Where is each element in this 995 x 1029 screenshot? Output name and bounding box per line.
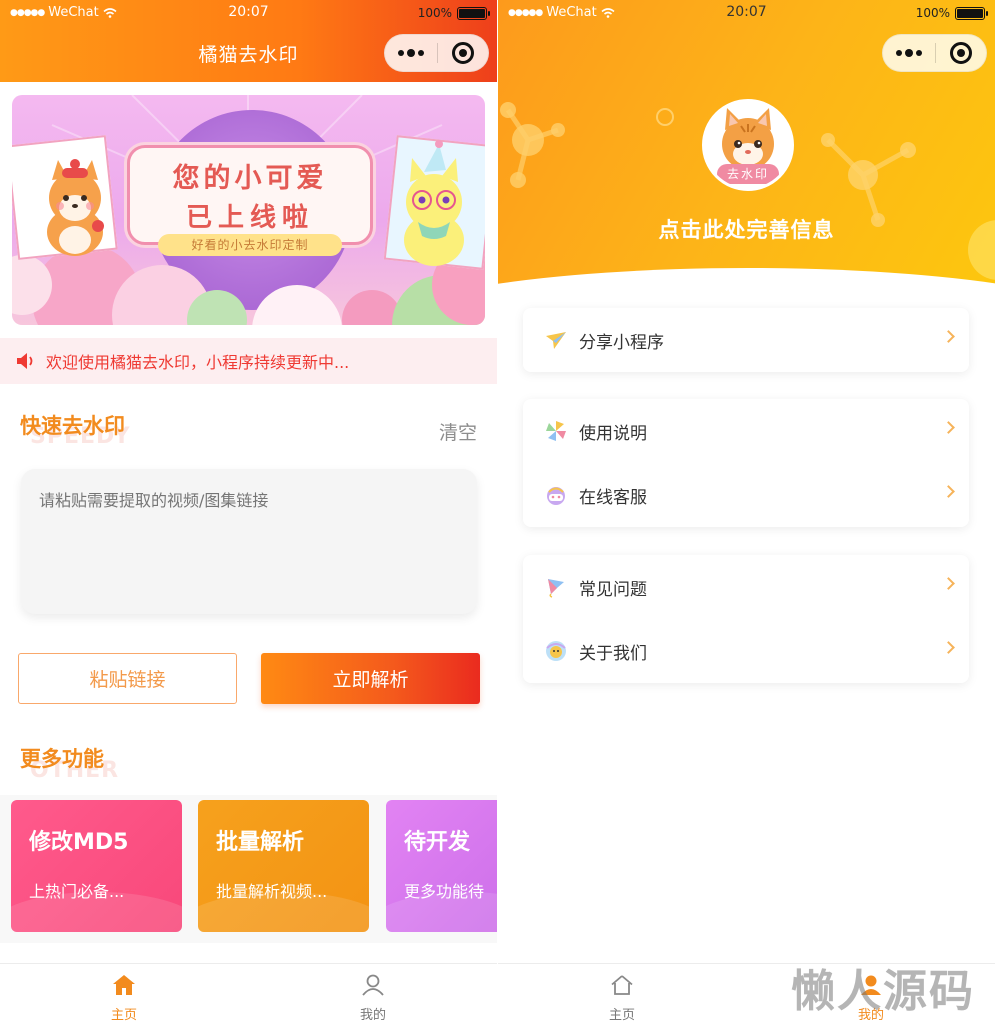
profile-header: ●●●●● WeChat 20:07 100% 去水印 点击此处完善信息: [498, 0, 995, 300]
tab-mine[interactable]: 我的: [333, 974, 413, 1023]
complete-profile-link[interactable]: 点击此处完善信息: [498, 214, 995, 244]
feature-title: 修改MD5: [29, 830, 129, 855]
status-bar: ●●●●● WeChat 20:07 100%: [0, 0, 497, 28]
profile-screen: ●●●●● WeChat 20:07 100% 去水印 点击此处完善信息 分享小…: [498, 0, 995, 1029]
menu-group-about: 常见问题 关于我们: [523, 555, 969, 683]
target-icon: [950, 42, 972, 64]
more-menu-button[interactable]: [883, 35, 935, 71]
battery-percent: 100%: [417, 6, 452, 20]
close-miniprogram-button[interactable]: [438, 42, 488, 64]
chevron-right-icon: [942, 485, 955, 498]
pinwheel-icon: [546, 421, 566, 441]
home-icon: [611, 975, 633, 995]
miniprogram-capsule: [384, 34, 489, 72]
paste-link-button[interactable]: 粘贴链接: [18, 653, 237, 704]
feature-title: 批量解析: [216, 830, 305, 855]
feature-card-md5[interactable]: 修改MD5 上热门必备...: [11, 800, 182, 932]
menu-item-instructions[interactable]: 使用说明: [523, 399, 969, 463]
tab-home[interactable]: 主页: [84, 974, 164, 1023]
banner-headline-card: 您的小可爱 已上线啦 好看的小去水印定制: [127, 145, 373, 256]
tab-home[interactable]: 主页: [582, 974, 662, 1023]
home-header: ●●●●● WeChat 20:07 100% 橘猫去水印: [0, 0, 497, 82]
miniprogram-capsule: [882, 34, 987, 72]
battery-icon: [955, 6, 988, 20]
menu-label: 关于我们: [579, 643, 647, 664]
more-menu-button[interactable]: [385, 35, 437, 71]
customer-service-icon: [547, 487, 565, 505]
banner-line-2: 已上线啦: [185, 203, 314, 233]
shiba-dog-illustration: [47, 159, 104, 256]
menu-item-faq[interactable]: 常见问题: [523, 555, 969, 619]
battery-icon: [457, 6, 490, 20]
promo-banner[interactable]: 您的小可爱 已上线啦 好看的小去水印定制: [12, 95, 485, 325]
menu-item-about[interactable]: 关于我们: [523, 619, 969, 683]
watermark: 懒人源码: [791, 966, 975, 1017]
chevron-right-icon: [942, 577, 955, 590]
tab-label: 主页: [608, 1008, 635, 1023]
menu-item-support[interactable]: 在线客服: [523, 463, 969, 527]
feature-carousel[interactable]: 修改MD5 上热门必备... 批量解析 批量解析视频... 待开发 更多功能待: [0, 795, 497, 943]
notice-text: 欢迎使用橘猫去水印，小程序持续更新中...: [46, 353, 350, 372]
quick-remove-title: 快速去水印: [20, 414, 125, 438]
menu-label: 常见问题: [579, 579, 647, 600]
feature-card-batch[interactable]: 批量解析 批量解析视频...: [198, 800, 369, 932]
menu-label: 使用说明: [579, 423, 647, 444]
feature-card-pending[interactable]: 待开发 更多功能待: [386, 800, 497, 932]
home-icon: [113, 975, 135, 995]
target-icon: [452, 42, 474, 64]
molecule-decoration: [500, 102, 565, 188]
menu-group-help: 使用说明 在线客服: [523, 399, 969, 527]
tab-bar: 主页 我的: [0, 963, 497, 1029]
tab-label: 主页: [110, 1008, 137, 1023]
speaker-icon: [17, 353, 33, 369]
more-features-title: 更多功能: [20, 747, 104, 771]
smiley-info-icon: [546, 641, 566, 661]
avatar[interactable]: 去水印: [702, 99, 794, 191]
feature-title: 待开发: [404, 830, 471, 855]
chevron-right-icon: [942, 641, 955, 654]
battery-percent: 100%: [915, 6, 950, 20]
user-icon: [362, 974, 384, 996]
link-input[interactable]: [21, 469, 477, 614]
home-screen: ●●●●● WeChat 20:07 100% 橘猫去水印 您的小可爱 已上线啦…: [0, 0, 497, 1029]
menu-label: 在线客服: [579, 487, 647, 508]
status-bar: ●●●●● WeChat 20:07 100%: [498, 0, 995, 28]
menu-group-share: 分享小程序: [523, 308, 969, 372]
avatar-tag: 去水印: [717, 164, 779, 184]
menu-item-share[interactable]: 分享小程序: [523, 308, 969, 372]
chevron-right-icon: [942, 421, 955, 434]
menu-label: 分享小程序: [579, 332, 664, 353]
banner-line-1: 您的小可爱: [172, 163, 328, 194]
banner-ribbon: 好看的小去水印定制: [158, 234, 342, 256]
tab-label: 我的: [359, 1008, 386, 1023]
yellow-cat-illustration: [404, 140, 464, 266]
kite-icon: [548, 579, 564, 598]
close-miniprogram-button[interactable]: [936, 42, 986, 64]
parse-now-button[interactable]: 立即解析: [261, 653, 480, 704]
clear-button[interactable]: 清空: [439, 418, 477, 445]
paper-plane-icon: [546, 332, 566, 349]
notice-bar[interactable]: 欢迎使用橘猫去水印，小程序持续更新中...: [0, 338, 497, 384]
chevron-right-icon: [942, 330, 955, 343]
